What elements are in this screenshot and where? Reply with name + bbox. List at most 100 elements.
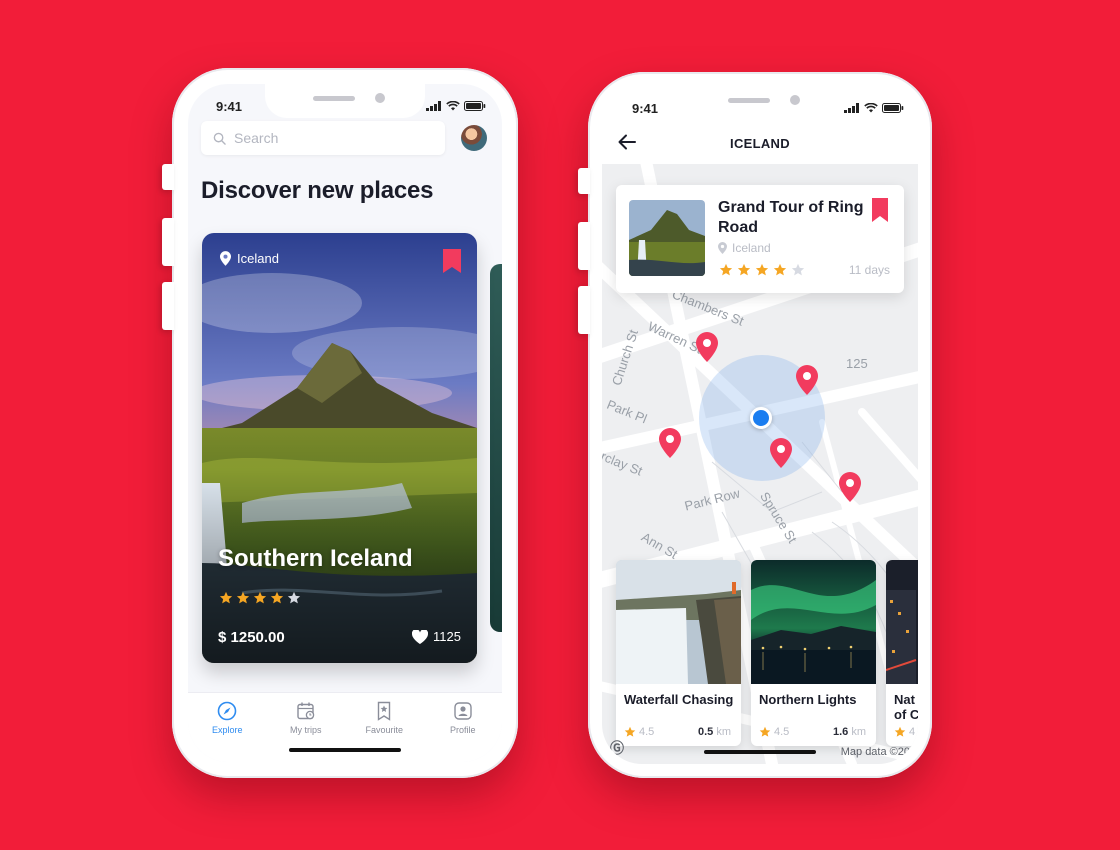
tour-title: Grand Tour of Ring Road — [718, 199, 864, 236]
bookmark-icon[interactable] — [443, 249, 461, 273]
aurora-image — [751, 560, 876, 684]
wifi-icon — [864, 103, 878, 113]
place-card-distance-unit: km — [851, 726, 866, 738]
notch — [680, 86, 840, 120]
map-pin-icon[interactable] — [839, 472, 861, 502]
map-pin-icon[interactable] — [796, 365, 818, 395]
place-card-title-line: Nat — [894, 692, 915, 707]
tab-favourite-label: Favourite — [365, 725, 404, 735]
page-title: Discover new places — [201, 177, 434, 204]
card-rating — [219, 591, 301, 605]
card-title: Southern Iceland — [218, 545, 413, 572]
search-icon — [213, 132, 226, 145]
status-time: 9:41 — [216, 99, 243, 114]
place-card-title: Waterfall Chasing — [624, 692, 734, 707]
battery-icon — [464, 101, 486, 111]
phone-map: 9:41 ICELAND Chambers St Warren St Churc… — [578, 72, 932, 778]
map-pin-icon[interactable] — [659, 428, 681, 458]
star-icon — [624, 726, 636, 737]
star-icon — [253, 591, 267, 604]
tab-explore[interactable]: Explore — [188, 693, 267, 762]
place-card-rating-value: 4 — [909, 726, 916, 738]
home-indicator[interactable] — [704, 750, 816, 754]
card-price: $ 1250.00 — [218, 629, 285, 646]
tour-landscape-image — [629, 200, 705, 276]
place-card[interactable]: Iceland Southern Iceland $ 1250.00 1125 — [202, 233, 477, 663]
notch — [265, 84, 425, 118]
waterfall-image — [616, 560, 741, 684]
tab-profile-label: Profile — [449, 725, 476, 735]
place-card-distance-value: 1.6 — [832, 726, 849, 738]
tab-profile[interactable]: Profile — [424, 693, 503, 762]
search-field[interactable] — [201, 121, 445, 155]
battery-icon — [882, 103, 904, 113]
star-icon — [719, 263, 733, 276]
star-icon — [755, 263, 769, 276]
bookmark-star-icon — [378, 701, 391, 721]
map-pin-icon[interactable] — [696, 332, 718, 362]
place-card-northern-lights[interactable]: Northern Lights 4.5 1.6 km — [751, 560, 876, 746]
star-empty-icon — [791, 263, 805, 276]
tour-card[interactable]: Grand Tour of Ring Road Iceland 11 days — [616, 185, 904, 293]
profile-icon — [454, 702, 472, 720]
tab-explore-label: Explore — [211, 725, 243, 735]
phone-explore: 9:41 Discover new places — [162, 68, 518, 778]
card-likes[interactable]: 1125 — [412, 629, 461, 644]
star-icon — [219, 591, 233, 604]
tour-thumbnail — [629, 200, 705, 276]
mute-switch — [162, 164, 174, 190]
place-card-partial[interactable]: Nat of C 4 — [886, 560, 918, 746]
star-icon — [270, 591, 284, 604]
status-icons — [844, 103, 904, 113]
signal-icon — [844, 103, 859, 113]
street-label: 125 — [846, 356, 868, 371]
place-card-distance-unit: km — [716, 726, 731, 738]
star-icon — [773, 263, 787, 276]
tour-rating — [719, 263, 805, 277]
star-icon — [759, 726, 771, 737]
location-pin-icon — [718, 242, 727, 254]
search-input[interactable] — [234, 130, 424, 146]
volume-up-button — [162, 218, 174, 266]
page-title: ICELAND — [730, 136, 790, 151]
star-icon — [737, 263, 751, 276]
status-time: 9:41 — [632, 101, 659, 116]
place-card-rating: 4.5 — [759, 726, 789, 738]
next-card-peek[interactable] — [490, 264, 502, 632]
status-icons — [426, 101, 486, 111]
location-pin-icon — [220, 251, 231, 266]
bookmark-icon[interactable] — [872, 198, 888, 222]
place-card-distance-value: 0.5 — [697, 726, 714, 738]
star-icon — [236, 591, 250, 604]
place-card-title: Northern Lights — [759, 692, 857, 707]
tour-duration: 11 days — [848, 263, 890, 277]
map-pin-icon[interactable] — [770, 438, 792, 468]
tab-my-trips-label: My trips — [290, 725, 322, 735]
map-credit: Map data ©20 — [840, 746, 910, 758]
tour-location-label: Iceland — [732, 241, 771, 255]
volume-down-button — [162, 282, 174, 330]
place-card-title: Nat of C — [894, 692, 918, 722]
signal-icon — [426, 101, 441, 111]
home-indicator[interactable] — [289, 748, 401, 752]
map-screen: 9:41 ICELAND Chambers St Warren St Churc… — [602, 86, 918, 764]
volume-up-button — [578, 222, 590, 270]
place-card-rating: 4.5 — [624, 726, 654, 738]
place-card-rating-value: 4.5 — [639, 726, 655, 738]
compass-icon — [217, 701, 237, 721]
place-card-title-line: of C — [894, 707, 918, 722]
mute-switch — [578, 168, 590, 194]
card-location: Iceland — [220, 251, 279, 266]
current-location-dot — [750, 407, 772, 429]
avatar[interactable] — [461, 125, 487, 151]
city-night-image — [886, 560, 918, 684]
calendar-icon — [297, 702, 314, 720]
place-card-rating-value: 4.5 — [774, 726, 790, 738]
place-card-rating: 4 — [894, 726, 915, 738]
map-logo: Ⓖ — [610, 740, 624, 756]
tour-location: Iceland — [718, 241, 771, 255]
nav-header: ICELAND — [602, 128, 918, 164]
place-card-waterfall[interactable]: Waterfall Chasing 4.5 0.5 km — [616, 560, 741, 746]
star-empty-icon — [287, 591, 301, 604]
volume-down-button — [578, 286, 590, 334]
